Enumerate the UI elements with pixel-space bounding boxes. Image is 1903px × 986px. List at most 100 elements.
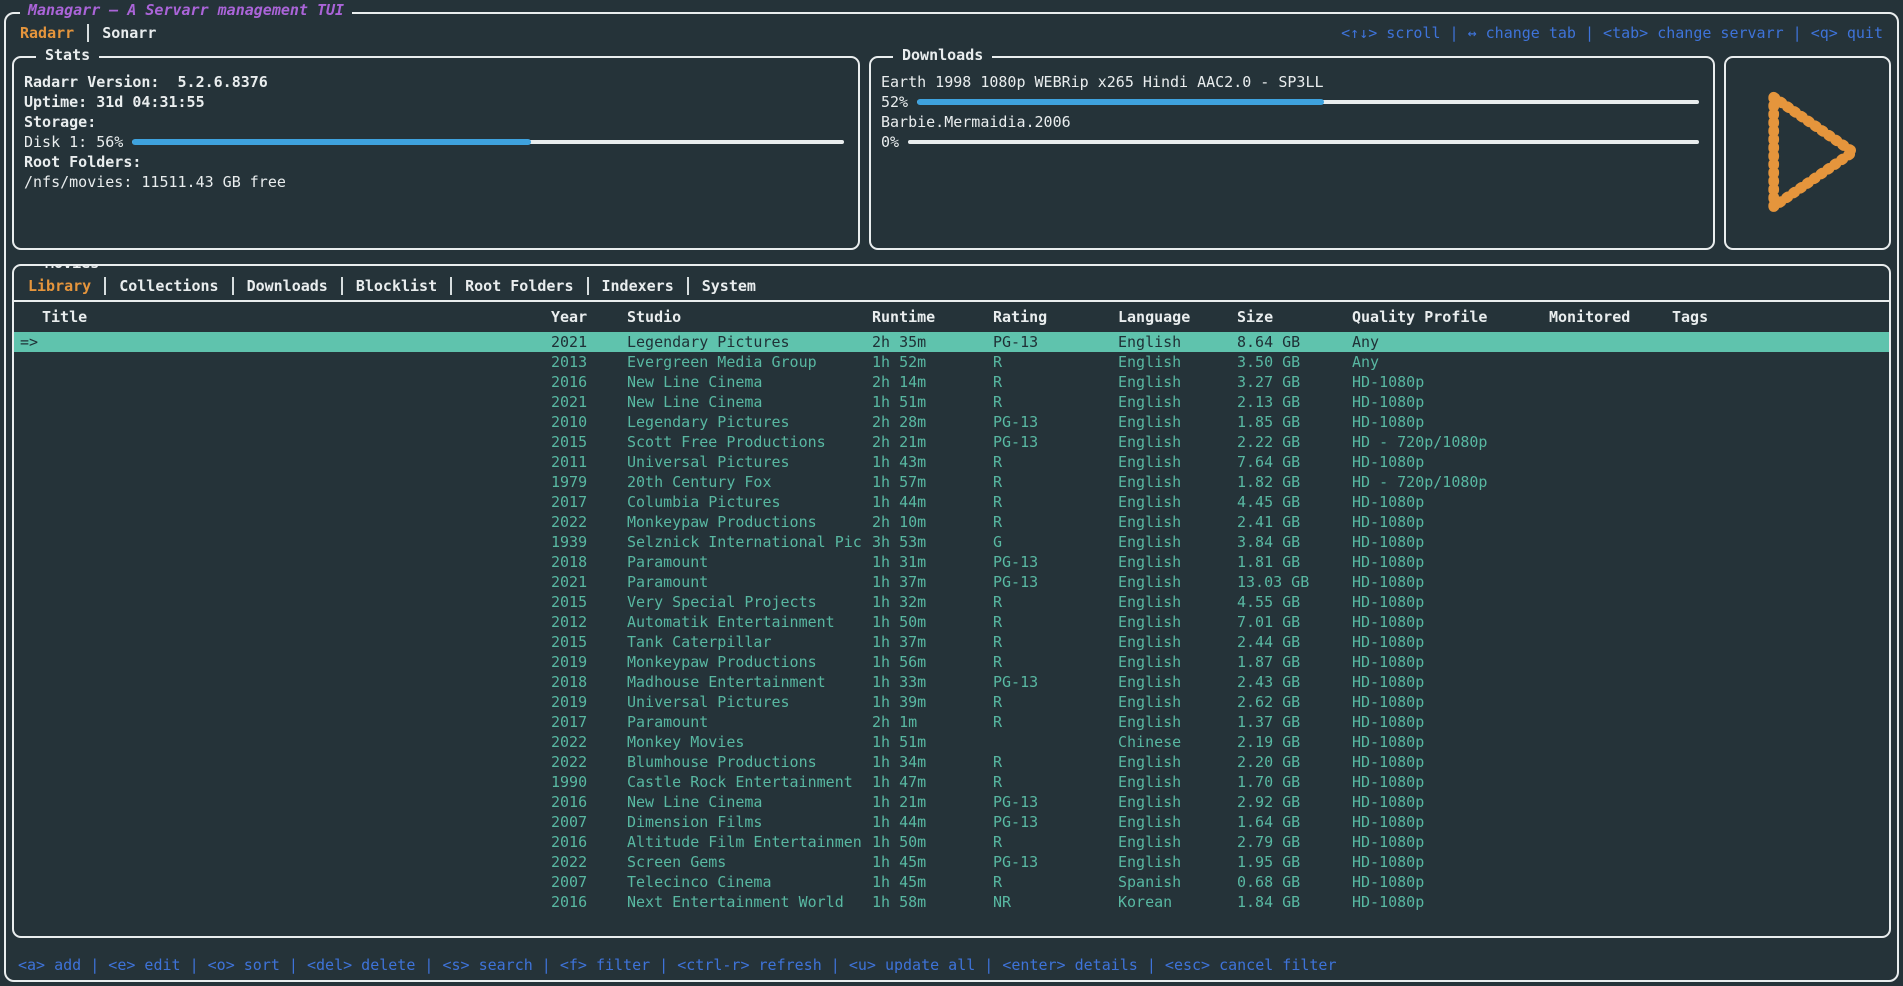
cell-rating: PG-13 [993,332,1118,352]
table-row[interactable]: A Quiet Place Part II 2021 Paramount 1h … [14,572,1889,592]
cell-language: English [1118,672,1237,692]
cell-quality-profile: HD-1080p [1352,692,1549,712]
cell-runtime: 1h 47m [872,772,993,792]
table-row[interactable]: The Orphanage 2007 Telecinco Cinema 1h 4… [14,872,1889,892]
table-row[interactable]: mother! 2017 Paramount 2h 1m R English 1… [14,712,1889,732]
table-row[interactable]: Life 2017 Columbia Pictures 1h 44m R Eng… [14,492,1889,512]
tab-blocklist[interactable]: Blocklist [356,277,437,295]
column-header-language[interactable]: Language [1118,302,1237,332]
cell-tags [1672,812,1889,832]
cell-tags [1672,892,1889,912]
table-row[interactable]: 1408 2007 Dimension Films 1h 44m PG-13 E… [14,812,1889,832]
cell-runtime: 2h 10m [872,512,993,532]
table-row[interactable]: A Quiet Place 2018 Paramount 1h 31m PG-1… [14,552,1889,572]
column-header-tags[interactable]: Tags [1672,302,1889,332]
cell-size: 2.92 GB [1237,792,1352,812]
tab-downloads[interactable]: Downloads [247,277,328,295]
cell-year: 2016 [551,792,627,812]
table-row[interactable]: Gone with the Wind 1939 Selznick Interna… [14,532,1889,552]
cell-language: Spanish [1118,872,1237,892]
cell-tags [1672,732,1889,752]
download-item-name: Earth 1998 1080p WEBRip x265 Hindi AAC2.… [881,72,1699,92]
cell-runtime: 1h 56m [872,652,993,672]
cell-size: 1.84 GB [1237,892,1352,912]
cell-size: 1.95 GB [1237,852,1352,872]
monitored-cell [1549,552,1672,572]
cell-language: English [1118,712,1237,732]
table-row[interactable]: Firestarter 2022 Blumhouse Productions 1… [14,752,1889,772]
tab-library[interactable]: Library [28,277,91,295]
cell-rating: R [993,712,1118,732]
column-header-rating[interactable]: Rating [993,302,1118,332]
cell-language: English [1118,752,1237,772]
table-row[interactable]: Lights Out 2016 New Line Cinema 1h 21m P… [14,792,1889,812]
app-title: Managarr – A Servarr management TUI [20,1,352,19]
monitored-cell [1549,532,1672,552]
cell-studio: Telecinco Cinema [627,872,872,892]
cell-runtime: 1h 34m [872,752,993,772]
tab-system[interactable]: System [702,277,756,295]
cell-year: 2019 [551,692,627,712]
cell-year: 2011 [551,452,627,472]
column-header-year[interactable]: Year [551,302,627,332]
cell-quality-profile: HD-1080p [1352,872,1549,892]
table-row[interactable]: The Invitation 2022 Screen Gems 1h 45m P… [14,852,1889,872]
monitored-cell [1549,792,1672,812]
logo-panel [1724,56,1891,250]
cell-language: English [1118,392,1237,412]
table-row[interactable]: Misery 1990 Castle Rock Entertainment 1h… [14,772,1889,792]
cell-language: English [1118,512,1237,532]
cell-language: English [1118,472,1237,492]
column-header-quality-profile[interactable]: Quality Profile [1352,302,1549,332]
table-row[interactable]: The Conjuring: The Devil Made Me Do It 2… [14,392,1889,412]
table-row[interactable]: The Conjuring 2013 Evergreen Media Group… [14,352,1889,372]
cell-runtime: 2h 35m [872,332,993,352]
selection-arrow: => [20,332,38,352]
table-row[interactable]: => Dune 2021 Legendary Pictures 2h 35m P… [14,332,1889,352]
cell-size: 1.64 GB [1237,812,1352,832]
table-row[interactable]: Ma 2019 Universal Pictures 1h 39m R Engl… [14,692,1889,712]
cell-tags [1672,492,1889,512]
table-row[interactable]: Inception 2010 Legendary Pictures 2h 28m… [14,412,1889,432]
cell-runtime: 1h 50m [872,832,993,852]
cell-runtime: 1h 45m [872,852,993,872]
table-row[interactable]: The Girl with All the Gifts 2016 Altitud… [14,832,1889,852]
movies-panel: Movies Library Collections Downloads Blo… [12,264,1891,938]
cell-quality-profile: HD-1080p [1352,852,1549,872]
table-row[interactable]: The Witch 2015 Very Special Projects 1h … [14,592,1889,612]
table-row[interactable]: Sinister 2 2015 Tank Caterpillar 1h 37m … [14,632,1889,652]
cell-size: 1.37 GB [1237,712,1352,732]
cell-tags [1672,512,1889,532]
monitored-cell [1549,512,1672,532]
cell-studio: Scott Free Productions [627,432,872,452]
top-panels: Stats Radarr Version: 5.2.6.8376 Uptime:… [6,48,1897,250]
cell-quality-profile: HD-1080p [1352,492,1549,512]
cell-quality-profile: HD-1080p [1352,612,1549,632]
table-row[interactable]: Train to Busan 2016 Next Entertainment W… [14,892,1889,912]
table-row[interactable]: Nope 2022 Monkeypaw Productions 2h 10m R… [14,512,1889,532]
table-row[interactable]: Sinister 2012 Automatik Entertainment 1h… [14,612,1889,632]
cell-studio: Castle Rock Entertainment [627,772,872,792]
cell-rating: R [993,832,1118,852]
tab-sonarr[interactable]: Sonarr [102,24,156,42]
tab-collections[interactable]: Collections [119,277,218,295]
column-header-monitored[interactable]: Monitored [1549,302,1672,332]
column-header-size[interactable]: Size [1237,302,1352,332]
tab-indexers[interactable]: Indexers [602,277,674,295]
cell-tags [1672,452,1889,472]
table-row[interactable]: Incantation 2022 Monkey Movies 1h 51m Ch… [14,732,1889,752]
tab-radarr[interactable]: Radarr [20,24,74,42]
column-header-studio[interactable]: Studio [627,302,872,332]
table-row[interactable]: The Thing 2011 Universal Pictures 1h 43m… [14,452,1889,472]
table-row[interactable]: Slender Man 2018 Madhouse Entertainment … [14,672,1889,692]
column-header-runtime[interactable]: Runtime [872,302,993,332]
cell-year: 2022 [551,512,627,532]
table-row[interactable]: Alien 1979 20th Century Fox 1h 57m R Eng… [14,472,1889,492]
monitored-cell [1549,772,1672,792]
column-header-title[interactable]: Title [16,302,551,332]
table-row[interactable]: The Conjuring 2 2016 New Line Cinema 2h … [14,372,1889,392]
table-row[interactable]: Us 2019 Monkeypaw Productions 1h 56m R E… [14,652,1889,672]
cell-runtime: 1h 44m [872,492,993,512]
table-row[interactable]: The Martian 2015 Scott Free Productions … [14,432,1889,452]
tab-root-folders[interactable]: Root Folders [465,277,573,295]
